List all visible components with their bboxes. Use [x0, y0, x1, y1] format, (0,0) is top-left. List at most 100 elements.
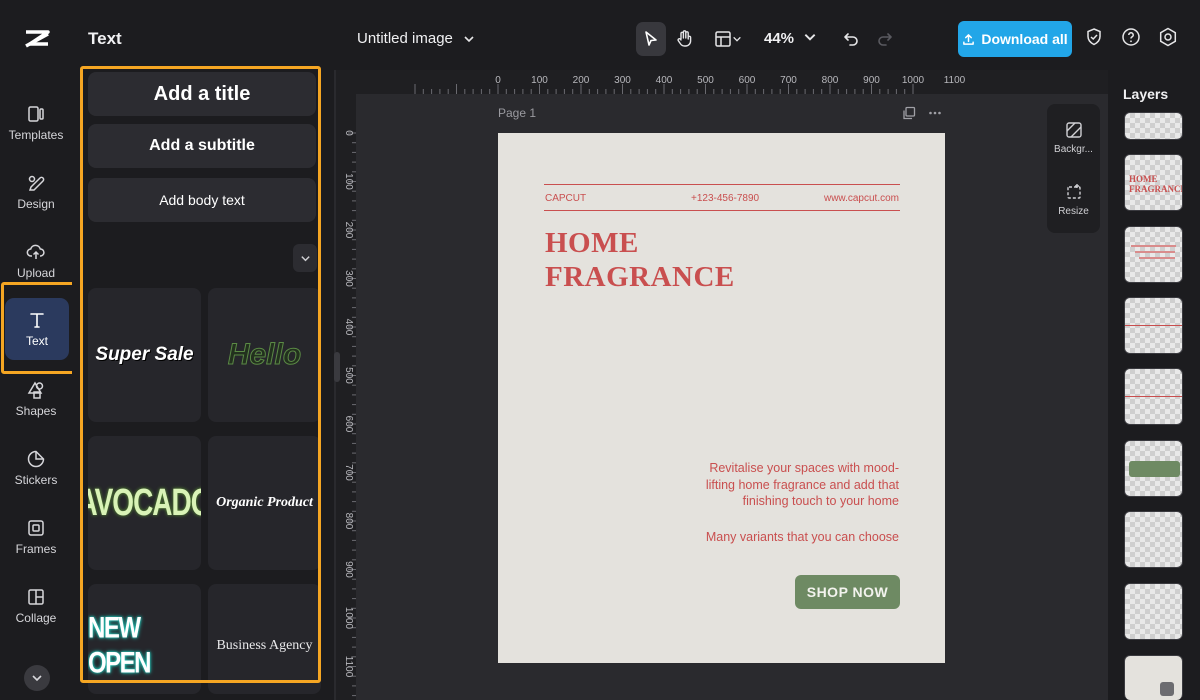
phone-text[interactable]: +123-456-7890: [691, 193, 759, 204]
preset-hello[interactable]: Hello: [208, 288, 321, 422]
nav-stickers-label: Stickers: [14, 473, 58, 487]
background-tool[interactable]: Backgr...: [1047, 110, 1100, 166]
redo-icon: [878, 33, 892, 46]
body-text[interactable]: Revitalise your spaces with mood-lifting…: [699, 460, 899, 510]
shield-button[interactable]: [1084, 27, 1106, 49]
shapes-icon: [27, 381, 44, 399]
add-body-text-button[interactable]: Add body text: [88, 178, 316, 222]
undo-icon: [844, 33, 858, 46]
background-icon: [1065, 122, 1082, 138]
zoom-dropdown-chevron[interactable]: [803, 30, 817, 49]
add-title-button[interactable]: Add a title: [88, 72, 316, 116]
nav-design-label: Design: [17, 197, 55, 211]
preset-new-open[interactable]: NEW OPEN: [88, 584, 201, 694]
preset-avocado[interactable]: AVOCADO: [88, 436, 201, 570]
document-title-dropdown[interactable]: Untitled image: [357, 30, 475, 47]
redo-button[interactable]: [870, 22, 900, 56]
nav-shapes[interactable]: Shapes: [0, 368, 72, 430]
nav-text[interactable]: Text: [5, 298, 69, 360]
ruler-label: 900: [343, 561, 354, 578]
ruler-label: 0: [495, 75, 501, 86]
help-icon: [1122, 28, 1140, 46]
download-all-button[interactable]: Download all: [958, 21, 1072, 57]
document-title: Untitled image: [357, 30, 453, 47]
nav-text-label: Text: [25, 334, 48, 348]
panel-title: Text: [88, 29, 122, 48]
preset-business-agency[interactable]: Business Agency: [208, 584, 321, 694]
ruler-label: 200: [343, 222, 354, 239]
ruler-label: 300: [614, 75, 631, 86]
app: Text Untitled image 44% Download all Tem…: [0, 0, 1200, 700]
ruler-label: 100: [531, 75, 548, 86]
help-button[interactable]: [1121, 27, 1143, 49]
preset-organic-product[interactable]: Organic Product: [208, 436, 321, 570]
ruler-label: 200: [573, 75, 590, 86]
ruler-label: 600: [739, 75, 756, 86]
ruler-vertical-ticks: 0 100 200 300 400 500 600 700 800 900 1000 1100: [343, 130, 356, 697]
design-icon: [28, 175, 45, 191]
add-subtitle-button[interactable]: Add a subtitle: [88, 124, 316, 168]
nav-templates[interactable]: Templates: [0, 92, 72, 154]
zoom-level[interactable]: 44%: [764, 30, 794, 47]
ruler-label: 1100: [343, 656, 354, 678]
layer-title-thumb-line-2: FRAGRANCE: [1129, 184, 1183, 194]
page-label: Page 1: [498, 106, 537, 120]
layer-item[interactable]: [1124, 112, 1183, 140]
hand-icon: [677, 30, 692, 47]
website-text[interactable]: www.capcut.com: [824, 193, 899, 204]
nav-upload[interactable]: Upload: [0, 230, 72, 292]
chevron-down-icon: [733, 36, 741, 42]
hand-tool-button[interactable]: [670, 22, 700, 56]
nav-stickers[interactable]: Stickers: [0, 437, 72, 499]
shop-now-button[interactable]: SHOP NOW: [795, 575, 900, 609]
preset-super-sale[interactable]: Super Sale: [88, 288, 201, 422]
background-layer-icon: [1160, 682, 1174, 696]
nav-design[interactable]: Design: [0, 161, 72, 223]
ruler-label: 400: [343, 319, 354, 336]
upload-icon: [26, 244, 45, 259]
nav-frames[interactable]: Frames: [0, 506, 72, 568]
ruler-horizontal: 0 100 200 300 400 500 600 700 800 900 1000 1100: [336, 70, 1108, 94]
panel-collapse-handle[interactable]: [334, 352, 340, 382]
layer-item[interactable]: [1124, 511, 1183, 568]
preset-super-sale-label: Super Sale: [95, 344, 194, 365]
select-tool-button[interactable]: [636, 22, 666, 56]
layer-item[interactable]: [1124, 440, 1183, 497]
nav-shapes-label: Shapes: [15, 404, 57, 418]
ruler-label: 0: [343, 130, 354, 136]
body-text-2[interactable]: Many variants that you can choose: [699, 529, 899, 546]
download-all-label: Download all: [981, 31, 1068, 47]
layer-item[interactable]: [1124, 226, 1183, 283]
chevron-down-icon: [804, 34, 816, 41]
design-page[interactable]: CAPCUT +123-456-7890 www.capcut.com HOME…: [498, 133, 945, 663]
nav-collage[interactable]: Collage: [0, 575, 72, 637]
preset-avocado-label: AVOCADO: [88, 481, 201, 524]
layout-dropdown-button[interactable]: [708, 22, 748, 56]
layer-item[interactable]: HOME FRAGRANCE: [1124, 154, 1183, 211]
undo-button[interactable]: [836, 22, 866, 56]
layer-item[interactable]: [1124, 655, 1183, 700]
nav-upload-label: Upload: [16, 266, 56, 280]
ruler-label: 700: [343, 464, 354, 481]
ruler-vertical: 0 100 200 300 400 500 600 700 800 900 1000 1100: [336, 94, 356, 700]
layer-item[interactable]: [1124, 297, 1183, 354]
rail-more-button[interactable]: [24, 665, 50, 691]
layer-body-thumb: [1135, 251, 1175, 253]
layer-item[interactable]: [1124, 368, 1183, 425]
ruler-label: 800: [343, 513, 354, 530]
duplicate-page-icon[interactable]: [902, 106, 916, 120]
capcut-logo-icon[interactable]: [22, 24, 52, 54]
more-options-icon[interactable]: [928, 106, 942, 120]
layer-item[interactable]: [1124, 583, 1183, 640]
settings-button[interactable]: [1158, 27, 1180, 49]
resize-tool[interactable]: Resize: [1047, 172, 1100, 228]
brand-text[interactable]: CAPCUT: [545, 193, 586, 204]
layers-title: Layers: [1123, 86, 1169, 102]
frames-icon: [28, 520, 44, 536]
expand-presets-button[interactable]: [293, 244, 317, 272]
page-tools: [902, 106, 942, 120]
ruler-horizontal-ticks: 0 100 200 300 400 500 600 700 800 900 1000 1100: [414, 75, 966, 94]
headline[interactable]: HOME FRAGRANCE: [545, 226, 735, 294]
preset-business-agency-label: Business Agency: [216, 638, 313, 653]
collage-icon: [28, 589, 44, 605]
